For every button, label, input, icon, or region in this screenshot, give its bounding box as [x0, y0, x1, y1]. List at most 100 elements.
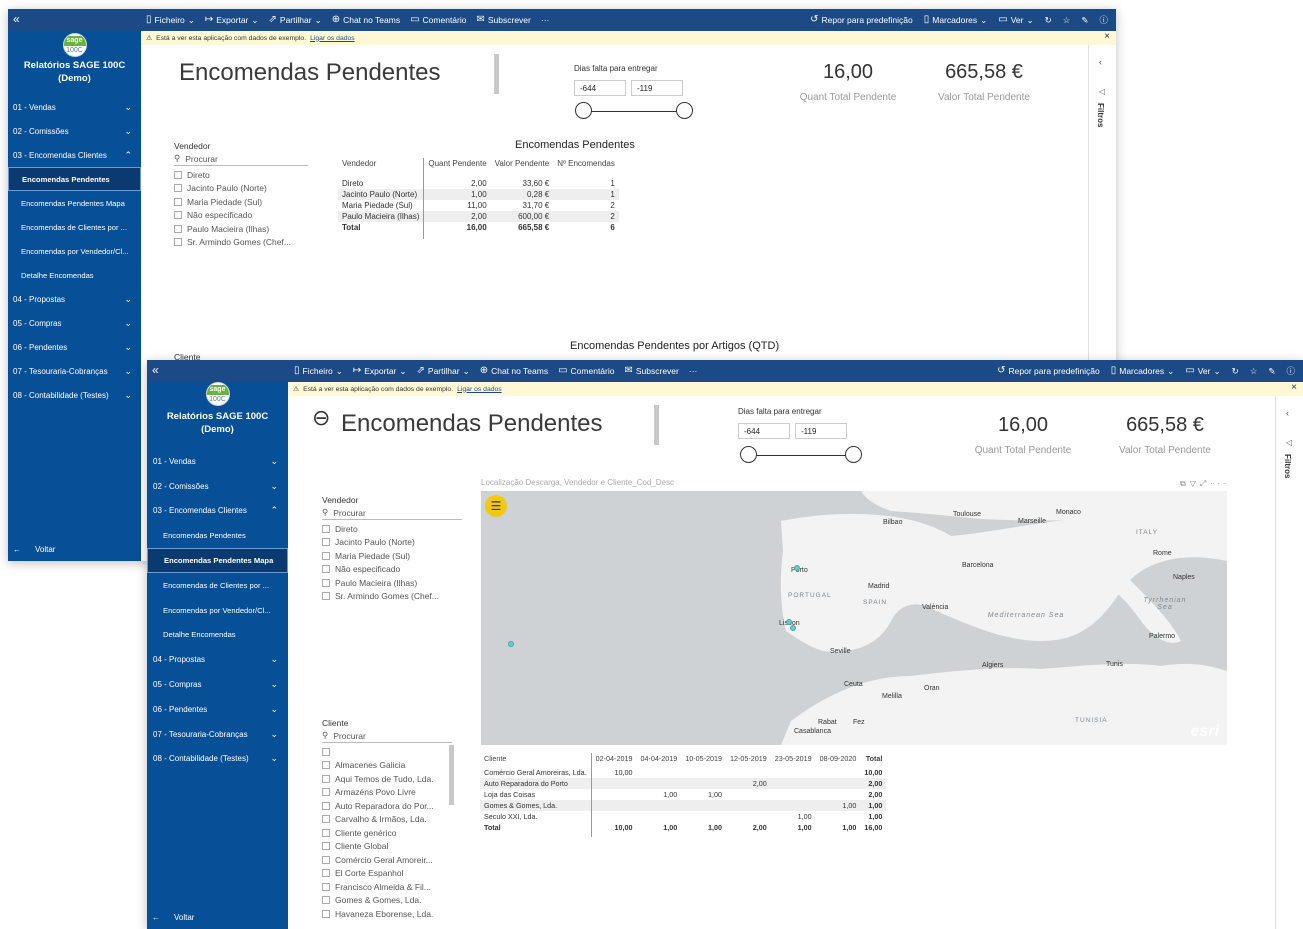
orders-map[interactable]: ☰ Bilbao Toulouse Marseille Monaco ITALY…	[481, 491, 1227, 745]
vendor-option[interactable]: Paulo Macieira (Ilhas)	[174, 222, 308, 236]
column-header[interactable]: Quant Pendente	[424, 158, 491, 178]
info-icon[interactable]: ⓘ	[1286, 365, 1295, 377]
refresh-icon[interactable]: ↻	[1232, 366, 1239, 377]
table-row[interactable]: Auto Reparadora do Porto 2,00 2,00	[480, 778, 887, 789]
nav-encomendas-pendentes[interactable]: Encomendas Pendentes	[8, 167, 141, 191]
checkbox[interactable]	[322, 842, 330, 851]
nav-contabilidade[interactable]: 08 - Contabilidade (Testes) ⌄	[147, 747, 288, 772]
nav-detalhe-encomendas[interactable]: Detalhe Encomendas	[147, 623, 288, 648]
nav-encomendas-clientes-por[interactable]: Encomendas de Clientes por ...	[8, 215, 141, 239]
reset-default-button[interactable]: ↺ Repor para predefinição	[997, 366, 1100, 377]
client-option[interactable]: Auto Reparadora do Por...	[322, 799, 452, 813]
checkbox[interactable]	[322, 869, 330, 878]
back-arrow-icon[interactable]: ⊖	[312, 405, 330, 431]
nav-tesouraria[interactable]: 07 - Tesouraria-Cobranças ⌄	[147, 722, 288, 747]
checkbox[interactable]	[322, 747, 330, 756]
close-icon[interactable]: ×	[1291, 382, 1297, 393]
client-option[interactable]: Comércio Geral Amoreir...	[322, 853, 452, 867]
checkbox[interactable]	[174, 224, 182, 233]
nav-encomendas-vendedor[interactable]: Encomendas por Vendedor/Cl...	[8, 239, 141, 263]
nav-compras[interactable]: 05 - Compras ⌄	[147, 672, 288, 697]
column-header[interactable]: Total	[860, 753, 886, 767]
nav-encomendas-clientes[interactable]: 03 - Encomendas Clientes ⌃	[8, 143, 141, 167]
checkbox[interactable]	[322, 855, 330, 864]
file-menu[interactable]: ▯ Ficheiro ⌄	[294, 366, 343, 377]
vendor-option[interactable]: Direto	[174, 168, 308, 182]
vendor-option[interactable]: Paulo Macieira (Ilhas)	[322, 576, 462, 590]
client-option[interactable]: Gomes & Gomes, Lda.	[322, 894, 452, 908]
checkbox[interactable]	[322, 551, 330, 560]
range-max-input[interactable]: -119	[631, 80, 683, 96]
client-option[interactable]: Cliente genérico	[322, 826, 452, 840]
teams-chat-button[interactable]: ⊕ Chat no Teams	[332, 15, 400, 26]
focus-mode-icon[interactable]: ⤢	[1200, 479, 1210, 488]
nav-compras[interactable]: 05 - Compras ⌄	[8, 311, 141, 335]
nav-pendentes[interactable]: 06 - Pendentes ⌄	[147, 697, 288, 722]
range-min-handle[interactable]	[740, 446, 757, 463]
client-option[interactable]: Aqui Temos de Tudo, Lda.	[322, 772, 452, 786]
client-search-input[interactable]: ⚲ Procurar	[322, 730, 452, 743]
nav-vendas[interactable]: 01 - Vendas ⌄	[8, 95, 141, 119]
vendor-option[interactable]: Não especificado	[322, 563, 462, 577]
column-header[interactable]: 02-04-2019	[591, 753, 636, 767]
more-icon[interactable]: ···	[1210, 479, 1230, 488]
checkbox[interactable]	[322, 538, 330, 547]
checkbox[interactable]	[174, 184, 182, 193]
checkbox[interactable]	[174, 170, 182, 179]
checkbox[interactable]	[174, 197, 182, 206]
comment-button[interactable]: ▭ Comentário	[410, 15, 466, 26]
table-row[interactable]: Jacinto Paulo (Norte) 1,00 0,28 € 1	[338, 189, 619, 200]
bookmarks-menu[interactable]: ▯ Marcadores ⌄	[924, 15, 988, 26]
vendor-option[interactable]: Maria Piedade (Sul)	[322, 549, 462, 563]
client-option[interactable]: Havaneza Eborense, Lda.	[322, 907, 452, 921]
collapse-nav-icon[interactable]: «	[13, 12, 20, 26]
filter-icon[interactable]: ▽	[1190, 479, 1200, 488]
range-max-handle[interactable]	[676, 102, 693, 119]
nav-propostas[interactable]: 04 - Propostas ⌄	[8, 287, 141, 311]
column-header[interactable]: 08-09-2020	[816, 753, 861, 767]
checkbox[interactable]	[322, 592, 330, 601]
nav-encomendas-pendentes[interactable]: Encomendas Pendentes	[147, 523, 288, 548]
client-option[interactable]: Carvalho & Irmãos, Lda.	[322, 813, 452, 827]
map-marker[interactable]	[790, 625, 796, 631]
connect-data-link[interactable]: Ligar os dados	[457, 386, 502, 393]
range-max-handle[interactable]	[845, 446, 862, 463]
column-header[interactable]: 12-05-2019	[726, 753, 771, 767]
checkbox[interactable]	[322, 788, 330, 797]
checkbox[interactable]	[322, 828, 330, 837]
range-max-input[interactable]: -119	[795, 423, 847, 439]
star-icon[interactable]: ☆	[1250, 366, 1258, 377]
column-header[interactable]: Nº Encomendas	[553, 158, 619, 178]
range-min-handle[interactable]	[575, 102, 592, 119]
nav-encomendas-clientes[interactable]: 03 - Encomendas Clientes ⌃	[147, 499, 288, 524]
vendor-option[interactable]: Jacinto Paulo (Norte)	[174, 182, 308, 196]
export-menu[interactable]: ↦ Exportar ⌄	[353, 366, 407, 377]
view-menu[interactable]: ▭ Ver ⌄	[1185, 366, 1220, 377]
checkbox[interactable]	[322, 801, 330, 810]
file-menu[interactable]: ▯ Ficheiro ⌄	[146, 15, 195, 26]
subscribe-button[interactable]: ✉ Subscrever	[476, 15, 530, 26]
range-min-input[interactable]: -644	[738, 423, 790, 439]
checkbox[interactable]	[322, 565, 330, 574]
copy-icon[interactable]: ⧉	[1180, 479, 1190, 488]
comment-button[interactable]: ▭ Comentário	[558, 366, 614, 377]
nav-detalhe-encomendas[interactable]: Detalhe Encomendas	[8, 263, 141, 287]
teams-chat-button[interactable]: ⊕ Chat no Teams	[480, 366, 548, 377]
more-options-button[interactable]: ···	[541, 15, 550, 25]
vendor-search-input[interactable]: ⚲ Procurar	[322, 507, 462, 520]
filters-pane[interactable]: ‹ ◁ Filtros	[1275, 396, 1303, 929]
column-header[interactable]: Cliente	[480, 753, 592, 767]
refresh-icon[interactable]: ↻	[1045, 15, 1052, 26]
client-option[interactable]	[322, 745, 452, 759]
nav-encomendas-vendedor[interactable]: Encomendas por Vendedor/Cl...	[147, 598, 288, 623]
checkbox[interactable]	[322, 896, 330, 905]
vendor-option[interactable]: Não especificado	[174, 209, 308, 223]
client-list-scrollbar[interactable]	[449, 745, 454, 805]
vendor-option[interactable]: Maria Piedade (Sul)	[174, 195, 308, 209]
back-link[interactable]: ← Voltar	[152, 913, 194, 922]
connect-data-link[interactable]: Ligar os dados	[310, 35, 355, 42]
vendor-option[interactable]: Sr. Armindo Gomes (Chef...	[322, 590, 462, 604]
client-option[interactable]: Cliente Global	[322, 840, 452, 854]
checkbox[interactable]	[322, 761, 330, 770]
column-header[interactable]: Valor Pendente	[491, 158, 554, 178]
